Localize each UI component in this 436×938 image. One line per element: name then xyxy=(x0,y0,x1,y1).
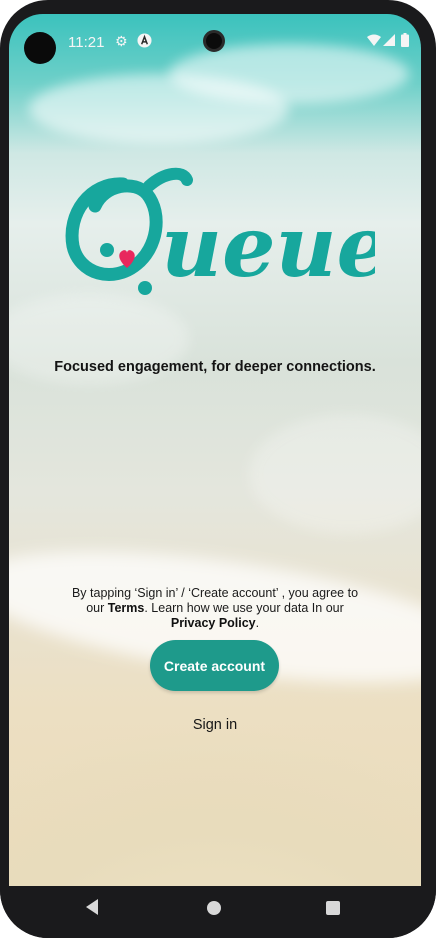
accessibility-a-icon xyxy=(137,33,152,51)
status-bar: 11:21 ⚙ xyxy=(9,14,421,64)
tagline: Focused engagement, for deeper connectio… xyxy=(54,359,376,375)
back-icon[interactable] xyxy=(86,899,98,915)
terms-link[interactable]: Terms xyxy=(108,601,145,615)
foam-decoration xyxy=(249,414,421,534)
legal-suffix: . xyxy=(255,616,260,630)
create-account-button[interactable]: Create account xyxy=(150,640,279,691)
privacy-policy-link[interactable]: Privacy Policy xyxy=(171,616,256,630)
front-camera xyxy=(24,32,56,64)
wifi-icon xyxy=(367,33,381,49)
legal-notice: By tapping ‘Sign in’ / ‘Create account’ … xyxy=(69,586,361,631)
logo-text: ueue xyxy=(161,197,375,296)
battery-icon xyxy=(401,33,409,50)
recents-icon[interactable] xyxy=(326,901,340,915)
app-logo: ueue xyxy=(65,164,390,304)
settings-gear-icon: ⚙ xyxy=(115,33,128,49)
legal-middle: . Learn how we use your data In our xyxy=(144,601,344,615)
home-icon[interactable] xyxy=(207,901,221,915)
navigation-bar xyxy=(0,886,436,938)
signal-icon xyxy=(383,33,395,49)
device-frame: 11:21 ⚙ ueue Focused engagement, for dee… xyxy=(0,0,436,938)
front-camera-lens xyxy=(203,30,225,52)
queue-logo-icon: ueue xyxy=(65,167,390,296)
status-time: 11:21 xyxy=(68,34,105,51)
screen: 11:21 ⚙ ueue Focused engagement, for dee… xyxy=(9,14,421,886)
sign-in-button[interactable]: Sign in xyxy=(9,717,421,733)
